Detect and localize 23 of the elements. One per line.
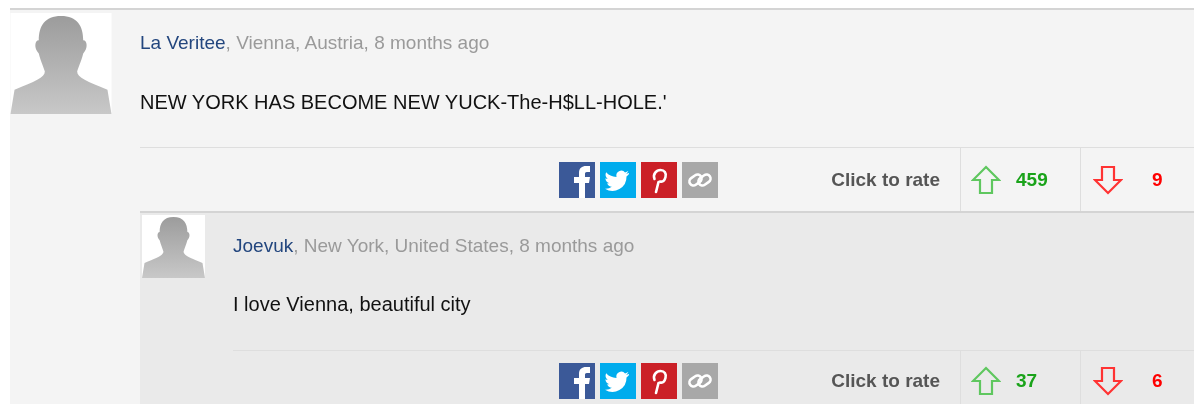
upvote-arrow-icon[interactable] xyxy=(971,164,1001,195)
pinterest-icon[interactable] xyxy=(641,363,678,399)
avatar-icon xyxy=(142,214,205,279)
comment-meta: , New York, United States, 8 months ago xyxy=(293,235,635,256)
downvote-count: 6 xyxy=(1152,370,1163,392)
facebook-icon[interactable] xyxy=(559,161,596,198)
comment-text: NEW YORK HAS BECOME NEW YUCK-The-H$LL-HOLE.' xyxy=(140,90,1194,148)
author-link[interactable]: Joevuk xyxy=(233,235,294,256)
rate-label: Click to rate xyxy=(831,168,940,191)
comment-meta: , Vienna, Austria, 8 months ago xyxy=(225,32,490,53)
rate-label: Click to rate xyxy=(831,370,940,392)
upvote-count: 459 xyxy=(1016,168,1048,191)
downvote-arrow-icon[interactable] xyxy=(1093,164,1123,195)
downvote-arrow-icon[interactable] xyxy=(1093,366,1123,396)
downvote-count: 9 xyxy=(1152,168,1163,191)
facebook-icon[interactable] xyxy=(559,363,596,399)
upvote-count: 37 xyxy=(1016,370,1038,392)
comment-text: I love Vienna, beautiful city xyxy=(233,292,1194,351)
link-icon[interactable] xyxy=(682,363,719,399)
upvote-arrow-icon[interactable] xyxy=(971,366,1001,396)
pinterest-icon[interactable] xyxy=(641,161,678,198)
author-link[interactable]: La Veritee xyxy=(140,32,226,53)
link-icon[interactable] xyxy=(682,161,719,198)
